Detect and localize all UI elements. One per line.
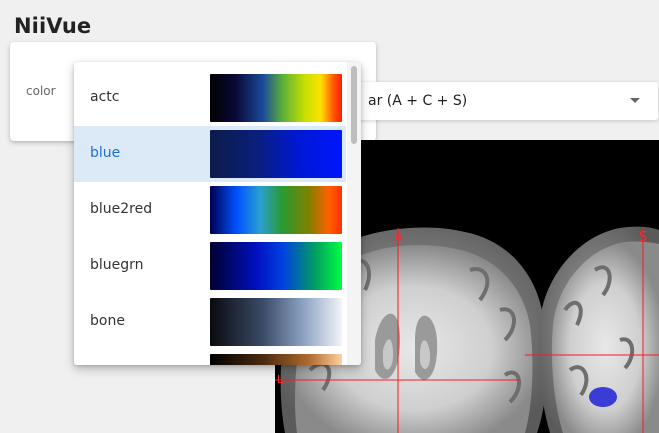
chevron-down-icon[interactable] xyxy=(630,98,640,103)
colormap-option-blue[interactable]: blue xyxy=(74,126,346,182)
colormap-option-bone[interactable]: bone xyxy=(74,294,346,350)
colormap-swatch xyxy=(210,354,342,365)
sagittal-orientation-label: S xyxy=(639,230,648,245)
dropdown-scrollbar[interactable] xyxy=(347,62,361,365)
axial-orientation-label: A xyxy=(394,230,403,245)
colormap-option-label: bluegrn xyxy=(90,257,144,273)
colormap-option-blue2red[interactable]: blue2red xyxy=(74,182,346,238)
colormap-option-label: bone xyxy=(90,313,125,329)
app-root: NiiVue color ar (A + C + S) A S L actc b… xyxy=(0,0,659,433)
colormap-swatch xyxy=(210,186,342,234)
app-title: NiiVue xyxy=(14,14,92,38)
colormap-option-actc[interactable]: actc xyxy=(74,70,346,126)
overlay-blob xyxy=(589,387,617,407)
colormap-dropdown[interactable]: actc blue blue2red bluegrn bone copper xyxy=(74,62,361,365)
sagittal-slice xyxy=(538,226,659,433)
colormap-option-copper[interactable]: copper xyxy=(74,350,346,365)
scrollbar-thumb[interactable] xyxy=(351,66,357,144)
colormap-option-label: blue2red xyxy=(90,201,153,217)
colormap-option-bluegrn[interactable]: bluegrn xyxy=(74,238,346,294)
colormap-option-label: actc xyxy=(90,89,120,105)
colormap-swatch xyxy=(210,242,342,290)
colormap-option-label: blue xyxy=(90,145,121,161)
colormap-option-list: actc blue blue2red bluegrn bone copper xyxy=(74,70,346,365)
color-label: color xyxy=(26,84,56,98)
colormap-swatch xyxy=(210,298,342,346)
layout-select[interactable]: ar (A + C + S) xyxy=(330,82,658,120)
left-marker-label: L xyxy=(277,373,284,386)
colormap-swatch xyxy=(210,74,342,122)
colormap-swatch xyxy=(210,130,342,178)
layout-select-value: ar (A + C + S) xyxy=(368,93,468,109)
